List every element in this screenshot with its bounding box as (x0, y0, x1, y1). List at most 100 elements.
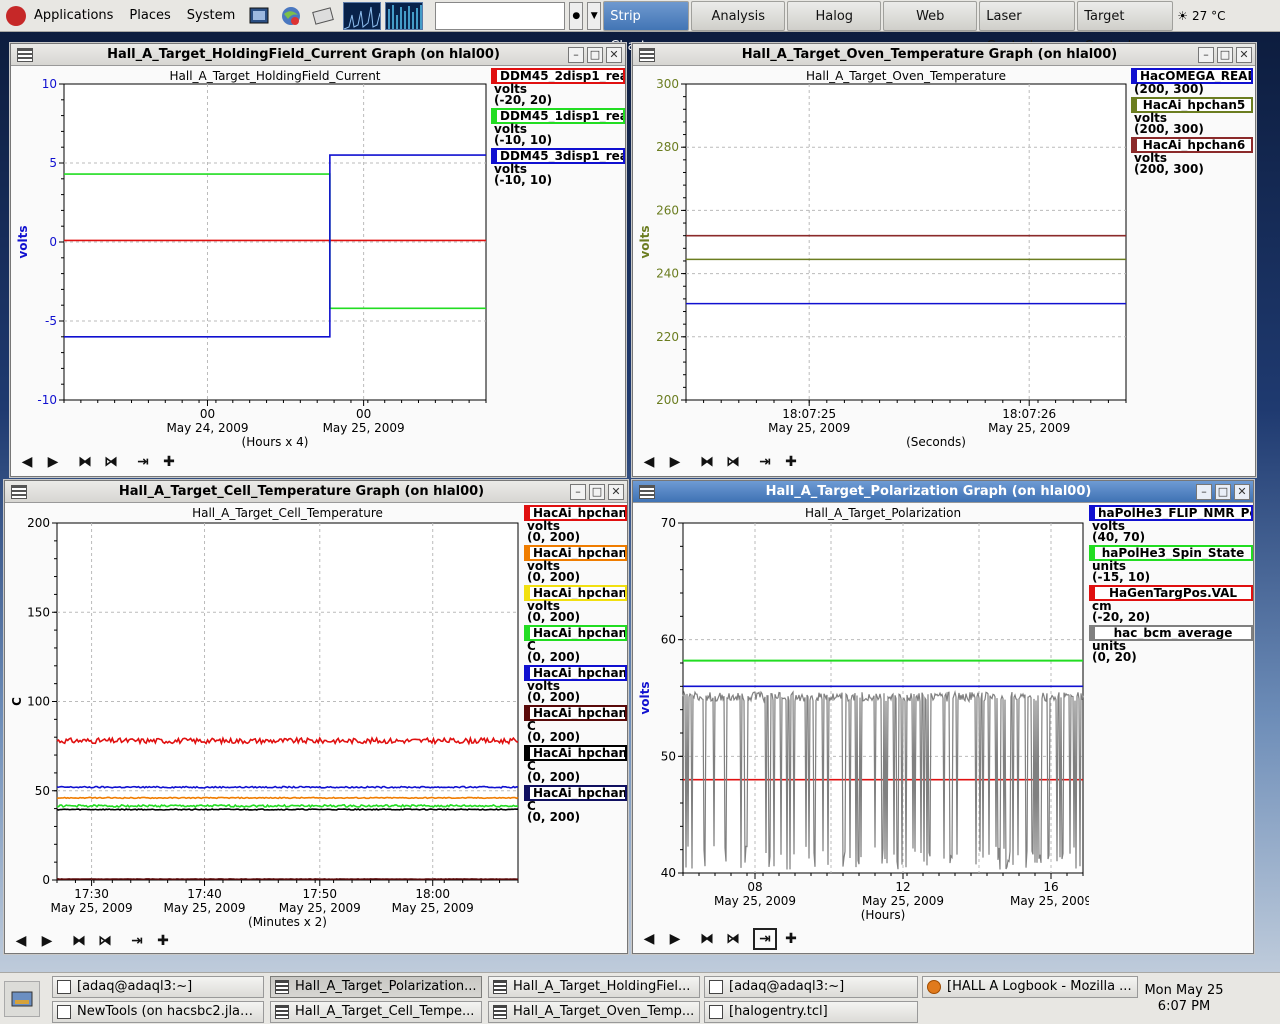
legend-signal-name[interactable]: HaGenTargPos.VAL (1089, 585, 1253, 601)
launcher-strip-charts[interactable]: Strip Charts (603, 0, 690, 54)
zoom-out-icon[interactable]: ⧒ (721, 928, 745, 950)
legend-entry[interactable]: HaGenTargPos.VAL cm (-20, 20) (1089, 585, 1253, 623)
maximize-button[interactable]: □ (1217, 46, 1233, 63)
show-desktop-icon[interactable] (4, 981, 40, 1017)
taskbar-button[interactable]: Hall_A_Target_Polarization... (270, 976, 482, 998)
scroll-left-icon[interactable]: ◀ (637, 451, 661, 473)
panel-search-input[interactable] (435, 1, 566, 30)
zoom-in-icon[interactable]: ⧓ (695, 928, 719, 950)
add-item-icon[interactable]: ✚ (779, 928, 803, 950)
close-button[interactable]: ✕ (1234, 483, 1250, 500)
zoom-out-icon[interactable]: ⧒ (99, 451, 123, 473)
scroll-left-icon[interactable]: ◀ (637, 928, 661, 950)
legend-entry[interactable]: HacAi_hpchan9 C (0, 200) (524, 785, 627, 823)
jump-to-end-icon[interactable]: ⇥ (753, 928, 777, 950)
window-menu-icon[interactable] (11, 484, 27, 499)
zoom-in-icon[interactable]: ⧓ (67, 930, 91, 952)
legend-signal-name[interactable]: HacAi_hpchan9 (524, 785, 627, 801)
jump-to-end-icon[interactable]: ⇥ (131, 451, 155, 473)
window-menu-icon[interactable] (639, 484, 655, 499)
terminal-launcher-icon[interactable] (247, 4, 271, 28)
applications-menu[interactable]: Applications (26, 0, 121, 32)
clock[interactable]: Mon May 25 6:07 PM (1144, 983, 1224, 1015)
polarization-window[interactable]: Hall_A_Target_Polarization Graph (on hla… (632, 480, 1254, 954)
zoom-in-icon[interactable]: ⧓ (73, 451, 97, 473)
scroll-right-icon[interactable]: ▶ (41, 451, 65, 473)
jump-to-end-icon[interactable]: ⇥ (753, 451, 777, 473)
legend-entry[interactable]: HacAi_hpchan2 volts (0, 200) (524, 585, 627, 623)
minimize-button[interactable]: – (570, 483, 586, 500)
taskbar-button[interactable]: [adaq@adaql3:~] (704, 976, 918, 998)
launcher-web[interactable]: Web (883, 0, 978, 31)
add-item-icon[interactable]: ✚ (779, 451, 803, 473)
cpu-monitor-graph[interactable] (343, 1, 382, 30)
legend-entry[interactable]: HacAi_hpchan0 volts (0, 200) (524, 505, 627, 543)
close-button[interactable]: ✕ (606, 46, 622, 63)
launcher-laser-controls[interactable]: Laser Controls (979, 0, 1076, 54)
legend-entry[interactable]: haPolHe3_Spin_State units (-15, 10) (1089, 545, 1253, 583)
legend-signal-name[interactable]: HacAi_hpchan3 (524, 625, 627, 641)
maximize-button[interactable]: □ (1215, 483, 1231, 500)
taskbar-button[interactable]: Hall_A_Target_Oven_Temp... (488, 1001, 700, 1023)
places-menu[interactable]: Places (121, 0, 178, 32)
taskbar-button[interactable]: [adaq@adaql3:~] (52, 976, 264, 998)
maximize-button[interactable]: □ (589, 483, 605, 500)
legend-entry[interactable]: DDM45_2disp1_read volts (-20, 20) (491, 68, 625, 106)
legend-signal-name[interactable]: HacAi_hpchan8 (524, 745, 627, 761)
legend-entry[interactable]: HacAi_hpchan3 C (0, 200) (524, 625, 627, 663)
zoom-in-icon[interactable]: ⧓ (695, 451, 719, 473)
legend-entry[interactable]: HacAi_hpchan8 C (0, 200) (524, 745, 627, 783)
minimize-button[interactable]: – (1198, 46, 1214, 63)
legend-entry[interactable]: HacOMEGA_READ (200, 300) (1131, 68, 1253, 95)
polarization-titlebar[interactable]: Hall_A_Target_Polarization Graph (on hla… (633, 481, 1253, 503)
taskbar-button[interactable]: Hall_A_Target_HoldingFiel... (488, 976, 700, 998)
gnome-foot-icon[interactable] (6, 5, 26, 26)
launcher-halog[interactable]: Halog (787, 0, 882, 31)
taskbar-button[interactable]: NewTools (on hacsbc2.jlab... (52, 1001, 264, 1023)
scroll-left-icon[interactable]: ◀ (9, 930, 33, 952)
panel-dropdown-arrow-icon[interactable]: ▼ (587, 1, 602, 30)
oven-temperature-titlebar[interactable]: Hall_A_Target_Oven_Temperature Graph (on… (633, 44, 1255, 66)
network-monitor-graph[interactable] (385, 1, 424, 30)
legend-entry[interactable]: haPolHe3_FLIP_NMR_Pol volts (40, 70) (1089, 505, 1253, 543)
calculator-launcher-icon[interactable] (311, 4, 335, 28)
legend-entry[interactable]: HacAi_hpchan4 volts (0, 200) (524, 665, 627, 703)
zoom-out-icon[interactable]: ⧒ (721, 451, 745, 473)
system-menu[interactable]: System (179, 0, 243, 32)
holding-field-window[interactable]: Hall_A_Target_HoldingField_Current Graph… (10, 43, 626, 477)
zoom-out-icon[interactable]: ⧒ (93, 930, 117, 952)
cell-temperature-titlebar[interactable]: Hall_A_Target_Cell_Temperature Graph (on… (5, 481, 627, 503)
taskbar-button[interactable]: Hall_A_Target_Cell_Tempe... (270, 1001, 482, 1023)
web-browser-launcher-icon[interactable] (279, 4, 303, 28)
taskbar-button[interactable]: [halogentry.tcl] (704, 1001, 918, 1023)
jump-to-end-icon[interactable]: ⇥ (125, 930, 149, 952)
minimize-button[interactable]: – (1196, 483, 1212, 500)
oven-temperature-window[interactable]: Hall_A_Target_Oven_Temperature Graph (on… (632, 43, 1256, 477)
add-item-icon[interactable]: ✚ (157, 451, 181, 473)
legend-entry[interactable]: hac_bcm_average units (0, 20) (1089, 625, 1253, 663)
panel-dot-button[interactable]: ● (569, 1, 584, 30)
weather-icon[interactable]: ☀ (1177, 9, 1188, 23)
legend-signal-name[interactable]: HacAi_hpchan7 (524, 705, 627, 721)
launcher-analysis[interactable]: Analysis (691, 0, 786, 31)
taskbar-button[interactable]: [HALL A Logbook - Mozilla ... (922, 976, 1138, 998)
window-menu-icon[interactable] (639, 47, 655, 62)
add-item-icon[interactable]: ✚ (151, 930, 175, 952)
maximize-button[interactable]: □ (587, 46, 603, 63)
scroll-right-icon[interactable]: ▶ (663, 451, 687, 473)
close-button[interactable]: ✕ (608, 483, 624, 500)
legend-entry[interactable]: DDM45_3disp1_read volts (-10, 10) (491, 148, 625, 186)
close-button[interactable]: ✕ (1236, 46, 1252, 63)
scroll-right-icon[interactable]: ▶ (35, 930, 59, 952)
holding-field-titlebar[interactable]: Hall_A_Target_HoldingField_Current Graph… (11, 44, 625, 66)
legend-entry[interactable]: HacAi_hpchan1 volts (0, 200) (524, 545, 627, 583)
cell-temperature-window[interactable]: Hall_A_Target_Cell_Temperature Graph (on… (4, 480, 628, 954)
scroll-right-icon[interactable]: ▶ (663, 928, 687, 950)
legend-entry[interactable]: HacAi_hpchan7 C (0, 200) (524, 705, 627, 743)
launcher-target-controls[interactable]: Target Controls (1077, 0, 1174, 54)
minimize-button[interactable]: – (568, 46, 584, 63)
legend-entry[interactable]: HacAi_hpchan5 volts (200, 300) (1131, 97, 1253, 135)
scroll-left-icon[interactable]: ◀ (15, 451, 39, 473)
legend-entry[interactable]: DDM45_1disp1_read volts (-10, 10) (491, 108, 625, 146)
legend-entry[interactable]: HacAi_hpchan6 volts (200, 300) (1131, 137, 1253, 175)
